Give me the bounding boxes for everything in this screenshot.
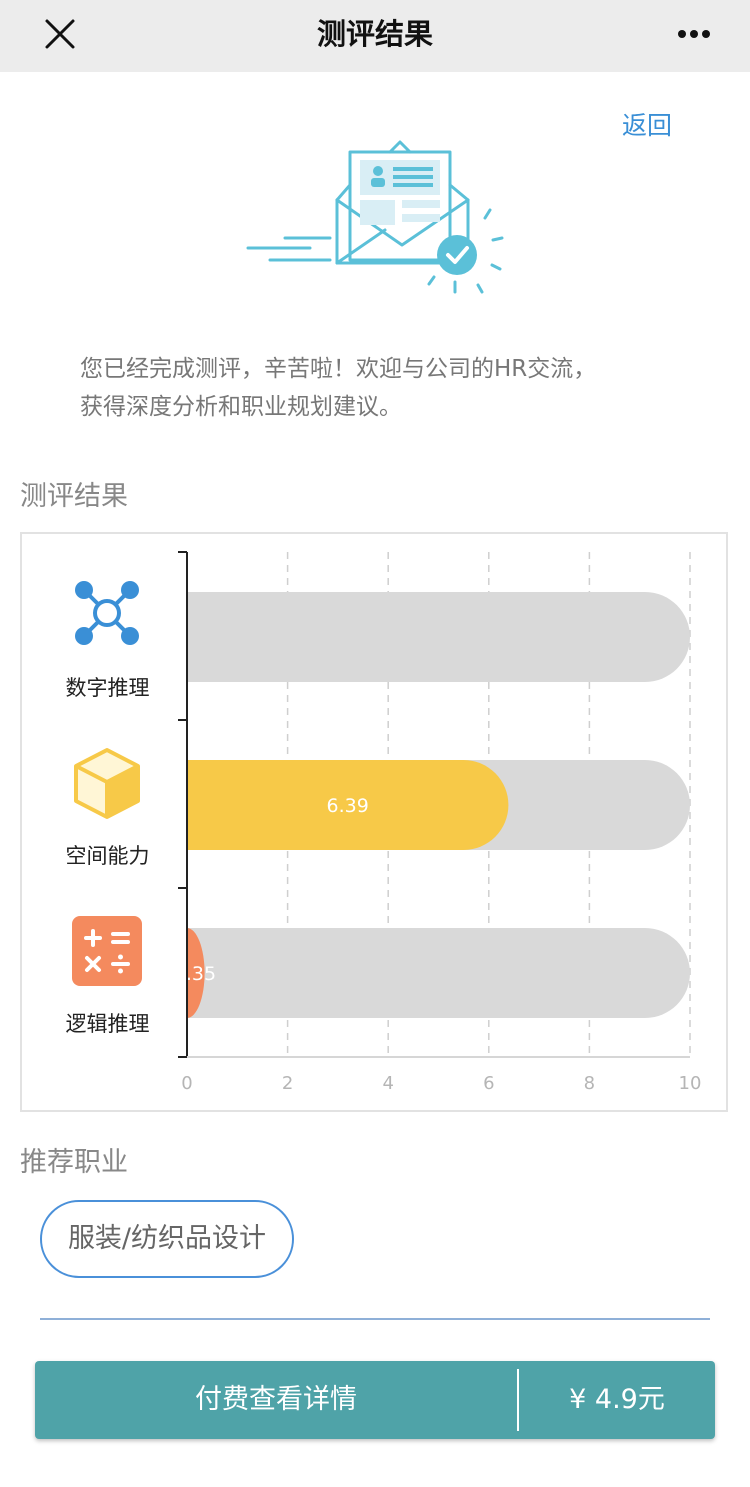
x-tick-label: 8 <box>584 1073 595 1094</box>
bar-track <box>187 928 690 1018</box>
pay-button-label: 付费查看详情 <box>195 1384 357 1415</box>
bar-value-label: .35 <box>186 963 216 985</box>
x-tick-label: 6 <box>483 1073 494 1094</box>
x-tick-label: 4 <box>382 1073 393 1094</box>
career-tag[interactable]: 服装/纺织品设计 <box>40 1200 294 1278</box>
category-label: 空间能力 <box>65 844 150 868</box>
x-tick-label: 10 <box>679 1073 702 1094</box>
x-tick-label: 2 <box>282 1073 293 1094</box>
career-section-title: 推荐职业 <box>20 1147 128 1178</box>
price-label: ¥ 4.9元 <box>569 1384 665 1415</box>
x-tick-label: 0 <box>181 1073 192 1094</box>
network-icon <box>70 576 144 650</box>
category-label: 数字推理 <box>65 676 150 700</box>
cube-icon <box>70 746 144 820</box>
category-label: 逻辑推理 <box>65 1012 150 1036</box>
divider <box>40 1318 710 1320</box>
bar-track <box>187 592 690 682</box>
pay-to-view-button[interactable]: 付费查看详情 ¥ 4.9元 <box>35 1361 715 1439</box>
bar-value-label: 6.39 <box>327 795 369 817</box>
calculator-icon <box>70 914 144 988</box>
